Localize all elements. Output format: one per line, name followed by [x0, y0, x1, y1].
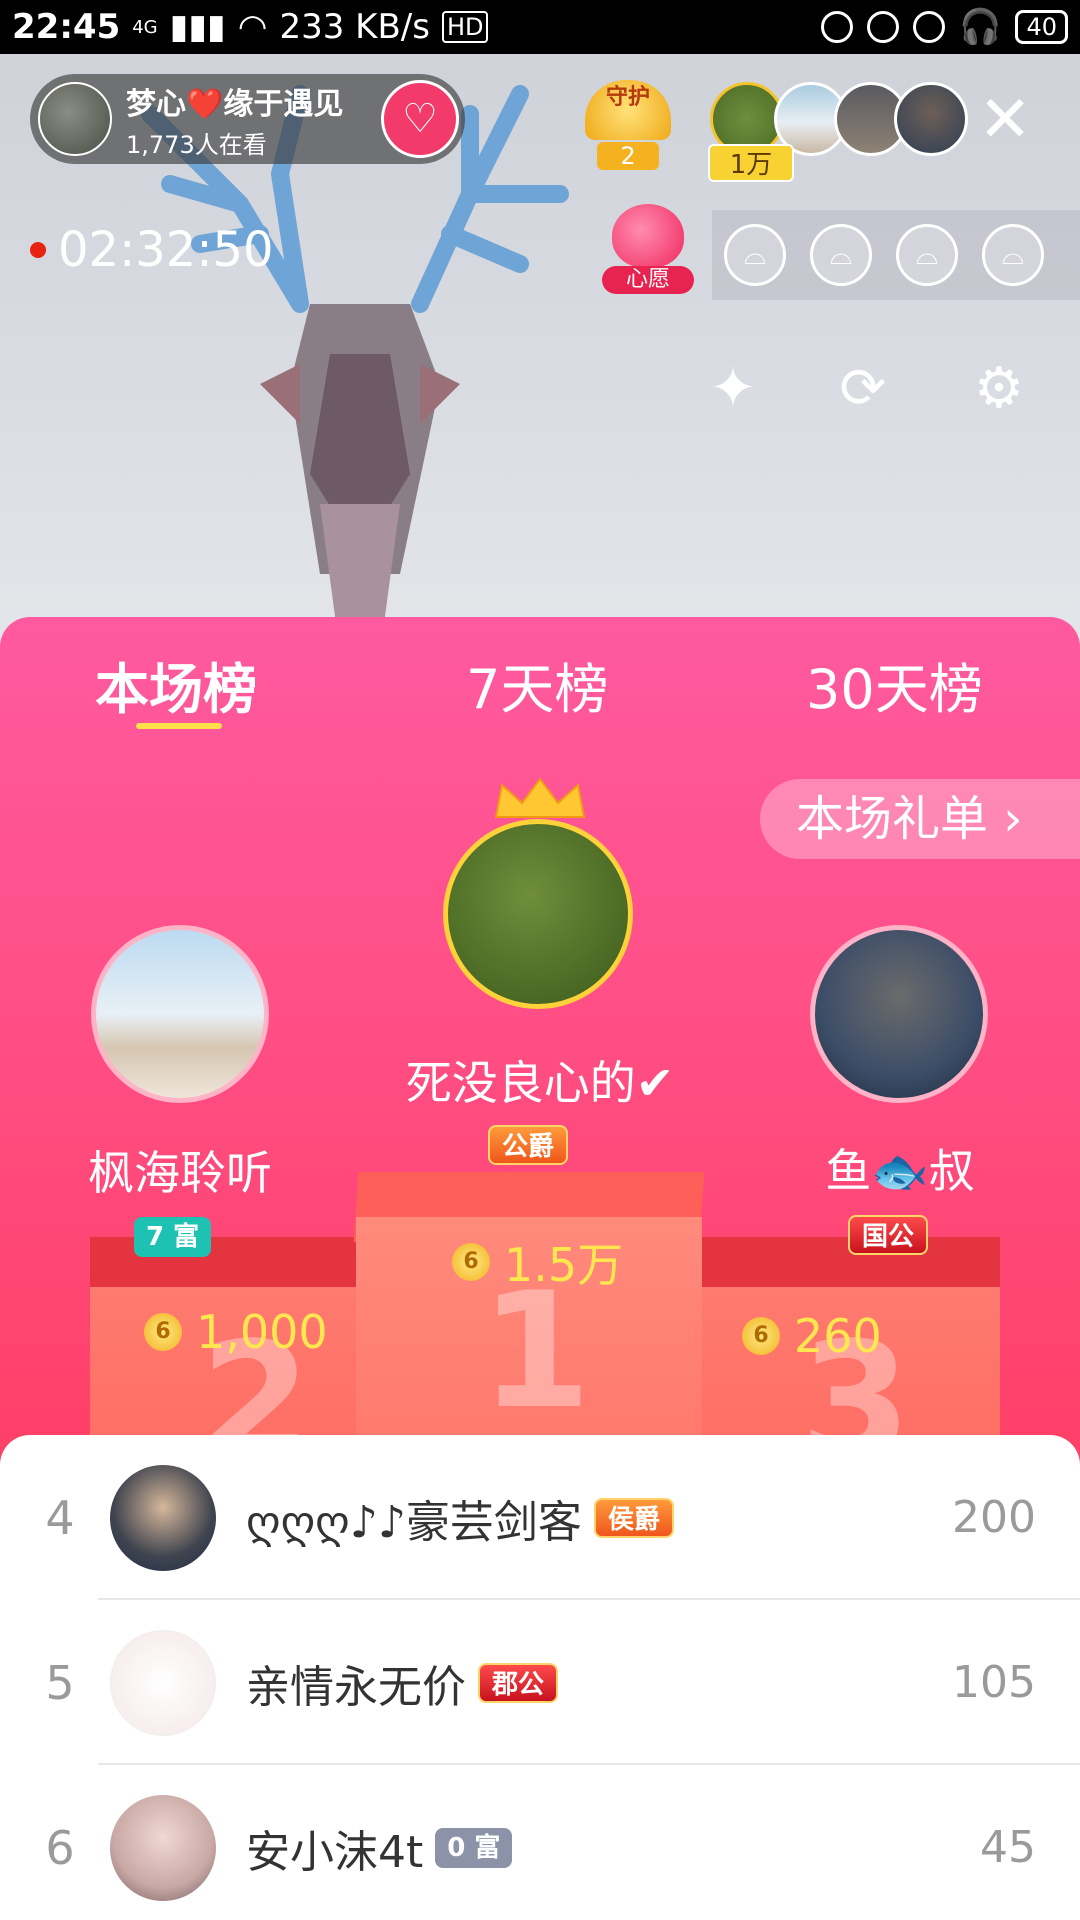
live-timer: 02:32:50 — [30, 222, 274, 278]
list-wealth-badge: 0 富 — [435, 1827, 513, 1868]
rank-2-score-value: 1,000 — [196, 1305, 328, 1359]
rank-3-score-value: 260 — [794, 1309, 882, 1363]
rank-3-avatar[interactable] — [810, 925, 988, 1103]
magic-wand-icon[interactable]: ✦ — [698, 354, 768, 424]
list-name: ღღღ♪♪豪芸剑客 — [246, 1496, 582, 1548]
hd-icon: HD — [441, 11, 489, 43]
top-fan-avatar[interactable] — [894, 82, 968, 156]
rank-2-avatar[interactable] — [91, 925, 269, 1103]
session-gift-list-link[interactable]: 本场礼单 › — [760, 779, 1080, 859]
close-icon[interactable]: ✕ — [975, 88, 1035, 152]
recording-dot-icon — [30, 242, 46, 258]
rank-1-score: 6 1.5万 — [452, 1229, 623, 1295]
viewer-count: 1,773人在看 — [126, 130, 267, 159]
tab-7-days[interactable]: 7天榜 — [466, 645, 608, 724]
coin-icon: 6 — [742, 1317, 780, 1355]
guard-badge[interactable]: 守护 2 — [585, 80, 671, 170]
network-type: 4G — [132, 16, 158, 38]
sofa-seat-icon[interactable]: ⌓ — [810, 224, 872, 286]
list-rank: 4 — [45, 1490, 75, 1545]
lock-rotation-icon — [867, 11, 900, 43]
rank-3-score: 6 260 — [742, 1309, 882, 1363]
guest-seats: ⌓ ⌓ ⌓ ⌓ — [712, 210, 1080, 300]
follow-heart-button[interactable]: ♡ — [381, 80, 459, 158]
battery-icon: 40 — [1015, 10, 1068, 44]
live-video: 梦心❤️缘于遇见 1,773人在看 ♡ 守护 2 1万 ✕ 02:32:50 心… — [0, 54, 1080, 654]
rank-3-name: 鱼🐟叔 — [825, 1144, 975, 1198]
rank-2-wealth-badge: 7 富 — [134, 1217, 212, 1257]
list-avatar[interactable] — [110, 1629, 216, 1736]
ranking-list: 4 ღღღ♪♪豪芸剑客 侯爵 200 5 亲情永无价 郡公 105 6 安小沫4… — [0, 1435, 1080, 1920]
list-score: 200 — [952, 1492, 1036, 1543]
list-avatar[interactable] — [110, 1464, 216, 1571]
list-name: 安小沫4t — [246, 1826, 424, 1878]
list-item[interactable]: 5 亲情永无价 郡公 105 — [0, 1600, 1080, 1765]
sofa-seat-icon[interactable]: ⌓ — [982, 224, 1044, 286]
list-rank: 6 — [45, 1820, 75, 1875]
tab-30-days[interactable]: 30天榜 — [806, 645, 983, 724]
list-score: 45 — [980, 1822, 1036, 1873]
crown-icon — [494, 777, 586, 818]
list-title-badge: 侯爵 — [593, 1497, 674, 1538]
settings-gear-icon[interactable]: ⚙ — [964, 354, 1034, 424]
alarm-icon — [913, 11, 946, 43]
wifi-icon: ◠ — [237, 7, 268, 47]
rank-1-name: 死没良心的✔ — [405, 1056, 675, 1110]
rank-1-title-badge: 公爵 — [488, 1125, 569, 1165]
wish-label: 心愿 — [602, 266, 694, 294]
mute-bell-icon — [821, 11, 854, 43]
sofa-seat-icon[interactable]: ⌓ — [896, 224, 958, 286]
active-tab-indicator — [136, 723, 222, 729]
list-item[interactable]: 6 安小沫4t 0 富 45 — [0, 1765, 1080, 1920]
ranking-tabs: 本场榜 7天榜 30天榜 — [0, 617, 1080, 729]
wish-heart-icon — [612, 204, 684, 268]
live-duration: 02:32:50 — [58, 222, 274, 278]
network-speed: 233 KB/s — [279, 7, 430, 47]
top-fan-value: 1万 — [708, 144, 794, 182]
sofa-seat-icon[interactable]: ⌓ — [724, 224, 786, 286]
signal-icon: ▮▮▮ — [169, 7, 226, 47]
rank-2-score: 6 1,000 — [144, 1305, 328, 1359]
list-rank: 5 — [45, 1655, 75, 1710]
coin-icon: 6 — [144, 1313, 182, 1351]
host-name: 梦心❤️缘于遇见 — [126, 86, 344, 122]
host-avatar[interactable] — [38, 82, 112, 156]
tab-current-session[interactable]: 本场榜 — [95, 645, 257, 724]
rank-3-title-badge: 国公 — [848, 1215, 929, 1255]
coin-icon: 6 — [452, 1243, 490, 1281]
guard-count: 2 — [597, 142, 659, 170]
status-bar: 22:45 4G ▮▮▮ ◠ 233 KB/s HD 🎧 40 — [0, 0, 1080, 54]
wish-button[interactable]: 心愿 — [596, 204, 700, 294]
rank-2-name: 枫海聆听 — [88, 1146, 272, 1200]
host-info-pill[interactable]: 梦心❤️缘于遇见 1,773人在看 ♡ — [30, 74, 465, 164]
list-name: 亲情永无价 — [246, 1661, 466, 1713]
flip-camera-icon[interactable]: ⟳ — [828, 354, 898, 424]
headphone-icon: 🎧 — [959, 7, 1002, 47]
list-score: 105 — [952, 1657, 1036, 1708]
guard-label: 守护 — [585, 80, 671, 140]
rank-1-avatar[interactable] — [443, 819, 633, 1009]
list-avatar[interactable] — [110, 1794, 216, 1901]
status-time: 22:45 — [12, 7, 121, 47]
list-item[interactable]: 4 ღღღ♪♪豪芸剑客 侯爵 200 — [0, 1435, 1080, 1600]
list-title-badge: 郡公 — [478, 1662, 559, 1703]
rank-1-score-value: 1.5万 — [504, 1238, 624, 1292]
